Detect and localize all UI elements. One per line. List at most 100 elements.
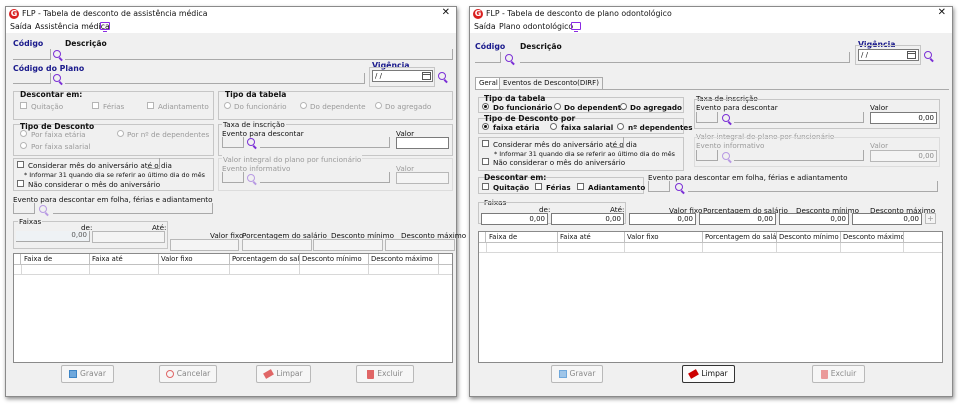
- evento-folha-code-input[interactable]: [648, 181, 670, 192]
- gravar-button[interactable]: Gravar: [551, 365, 603, 383]
- codigo-plano-label: Código do Plano: [13, 64, 85, 73]
- faixas-table[interactable]: Faixa de Faixa até Valor fixo Porcentage…: [478, 231, 943, 363]
- col-faixa-de[interactable]: Faixa de: [22, 254, 90, 265]
- faixas-table[interactable]: Faixa de Faixa até Valor fixo Porcentage…: [13, 253, 453, 363]
- evento-folha-code-input[interactable]: [13, 203, 35, 214]
- faixa-etaria-radio[interactable]: [20, 130, 27, 137]
- table-row[interactable]: [479, 243, 942, 253]
- tabela-dependente-radio[interactable]: [300, 102, 307, 109]
- integral-valor-input[interactable]: 0,00: [870, 150, 937, 162]
- taxa-evento-code-input[interactable]: [222, 137, 244, 148]
- col-porc-salario[interactable]: Porcentagem do salário: [230, 254, 300, 265]
- monitor-icon[interactable]: [571, 22, 581, 32]
- nao-considerar-checkbox[interactable]: [17, 180, 24, 187]
- monitor-icon[interactable]: [100, 22, 110, 32]
- tabela-funcionario-radio[interactable]: [482, 103, 489, 110]
- faixa-de-input[interactable]: 0,00: [481, 213, 548, 225]
- n-dependentes-radio[interactable]: [617, 123, 624, 130]
- faixa-etaria-radio[interactable]: [482, 123, 489, 130]
- limpar-button[interactable]: Limpar: [256, 365, 311, 383]
- taxa-valor-input[interactable]: 0,00: [870, 112, 937, 124]
- desc-maximo-input[interactable]: [385, 239, 455, 251]
- search-icon[interactable]: [438, 72, 449, 83]
- col-faixa-ate[interactable]: Faixa até: [558, 232, 625, 243]
- considerar-mes-checkbox[interactable]: [482, 140, 489, 147]
- desc-minimo-input[interactable]: 0,00: [779, 213, 849, 225]
- dia-aniversario-input[interactable]: [147, 158, 160, 169]
- descontar-em-label: Descontar em:: [20, 90, 83, 99]
- search-icon[interactable]: [53, 74, 64, 85]
- ferias-checkbox[interactable]: [535, 183, 542, 190]
- codigo-input[interactable]: [13, 49, 51, 60]
- excluir-button[interactable]: Excluir: [812, 365, 865, 383]
- taxa-valor-input[interactable]: [396, 137, 449, 149]
- integral-evento-code-input[interactable]: [222, 172, 244, 183]
- left-close-button[interactable]: ✕: [442, 7, 450, 18]
- add-faixa-button[interactable]: +: [925, 213, 936, 224]
- valor-fixo-input[interactable]: [170, 239, 239, 251]
- porc-salario-input[interactable]: [242, 239, 312, 251]
- tabela-agregado-radio[interactable]: [375, 102, 382, 109]
- search-icon[interactable]: [53, 50, 64, 61]
- search-icon[interactable]: [722, 152, 733, 163]
- taxa-evento-code-input[interactable]: [696, 112, 718, 123]
- right-close-button[interactable]: ✕: [938, 7, 946, 18]
- calendar-icon[interactable]: [907, 51, 916, 59]
- gravar-button[interactable]: Gravar: [61, 365, 114, 383]
- calendar-icon[interactable]: [422, 72, 431, 80]
- tabela-agregado-radio[interactable]: [620, 103, 627, 110]
- tabela-funcionario-radio[interactable]: [224, 102, 231, 109]
- adiantamento-checkbox[interactable]: [147, 102, 154, 109]
- tab-geral[interactable]: Geral: [475, 77, 502, 89]
- col-porc-salario[interactable]: Porcentagem do salário: [703, 232, 777, 243]
- considerar-mes-checkbox[interactable]: [17, 161, 24, 168]
- col-desc-minimo[interactable]: Desconto mínimo: [777, 232, 841, 243]
- search-icon[interactable]: [505, 54, 516, 65]
- excluir-button[interactable]: Excluir: [356, 365, 414, 383]
- desc-maximo-input[interactable]: 0,00: [852, 213, 922, 225]
- col-faixa-de[interactable]: Faixa de: [487, 232, 558, 243]
- col-desc-maximo[interactable]: Desconto máximo: [841, 232, 904, 243]
- search-icon[interactable]: [675, 183, 686, 194]
- dia-aniversario-input[interactable]: [611, 137, 624, 148]
- descricao-input[interactable]: [65, 49, 453, 60]
- col-faixa-ate[interactable]: Faixa até: [90, 254, 159, 265]
- valor-fixo-input[interactable]: 0,00: [629, 213, 696, 225]
- search-icon[interactable]: [722, 114, 733, 125]
- search-icon[interactable]: [924, 51, 935, 62]
- search-icon[interactable]: [247, 174, 258, 185]
- col-desc-minimo[interactable]: Desconto mínimo: [300, 254, 369, 265]
- desc-minimo-input[interactable]: [313, 239, 383, 251]
- col-valor-fixo[interactable]: Valor fixo: [625, 232, 703, 243]
- nao-considerar-checkbox[interactable]: [482, 158, 489, 165]
- faixa-ate-input[interactable]: [92, 231, 165, 243]
- porc-salario-input[interactable]: 0,00: [699, 213, 776, 225]
- integral-evento-code-input[interactable]: [696, 150, 718, 161]
- adiantamento-checkbox[interactable]: [577, 183, 584, 190]
- faixa-de-input[interactable]: 0,00: [16, 231, 90, 242]
- left-menu-assistencia[interactable]: Assistência médica: [35, 22, 110, 31]
- descricao-input[interactable]: [520, 52, 850, 63]
- quitacao-checkbox[interactable]: [482, 183, 489, 190]
- search-icon[interactable]: [247, 138, 258, 149]
- right-menu-saida[interactable]: Saída: [474, 22, 496, 31]
- right-menu-odontologico[interactable]: Plano odontológico: [499, 22, 573, 31]
- col-valor-fixo[interactable]: Valor fixo: [159, 254, 230, 265]
- tab-eventos-dirf[interactable]: Eventos de Desconto(DIRF): [499, 77, 603, 89]
- faixa-salarial-radio[interactable]: [550, 123, 557, 130]
- cancelar-button[interactable]: Cancelar: [159, 365, 217, 383]
- ferias-checkbox[interactable]: [92, 102, 99, 109]
- codigo-input[interactable]: [475, 52, 501, 63]
- limpar-button[interactable]: Limpar: [682, 365, 735, 383]
- search-icon[interactable]: [39, 205, 50, 216]
- quitacao-checkbox[interactable]: [20, 102, 27, 109]
- integral-valor-input[interactable]: [396, 172, 449, 184]
- codigo-plano-input[interactable]: [13, 73, 51, 84]
- n-dependentes-radio[interactable]: [117, 130, 124, 137]
- col-desc-maximo[interactable]: Desconto máximo: [369, 254, 439, 265]
- faixa-salarial-radio[interactable]: [20, 142, 27, 149]
- faixa-ate-input[interactable]: 0,00: [551, 213, 624, 225]
- left-menu-saida[interactable]: Saída: [10, 22, 32, 31]
- tabela-dependente-radio[interactable]: [554, 103, 561, 110]
- table-row[interactable]: [14, 265, 452, 275]
